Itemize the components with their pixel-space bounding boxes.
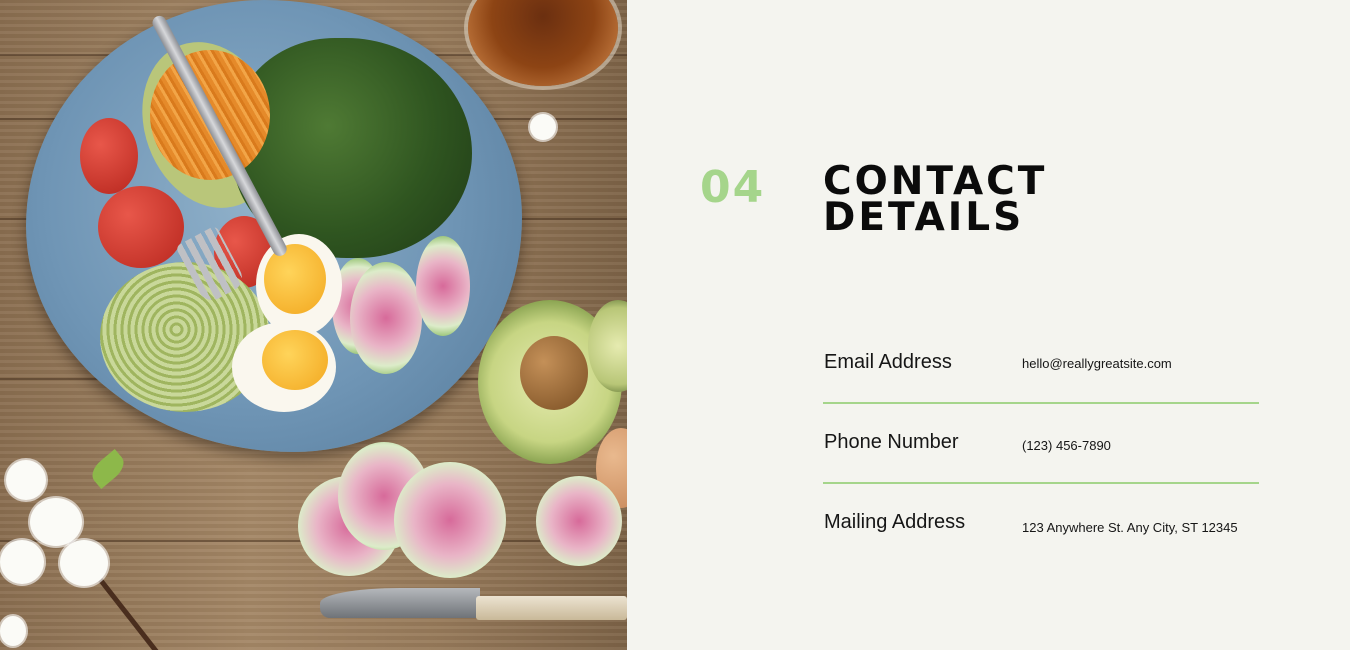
divider [823, 402, 1259, 404]
email-value: hello@reallygreatsite.com [1022, 356, 1172, 371]
page-title: CONTACT DETAILS [823, 162, 1143, 240]
knife-handle [476, 596, 627, 620]
mailing-label: Mailing Address [824, 511, 966, 533]
boiled-egg-half [256, 234, 342, 336]
mailing-value: 123 Anywhere St. Any City, ST 12345 [1022, 520, 1238, 535]
radish-slice [536, 476, 622, 566]
blossom-flower [30, 498, 82, 546]
page-title-line2: DETAILS [823, 195, 1025, 240]
contact-row-email: Email Address hello@reallygreatsite.com [823, 343, 1259, 423]
blossom-flower [6, 460, 46, 500]
contact-row-phone: Phone Number (123) 456-7890 [823, 423, 1259, 503]
blossom-flower [530, 114, 556, 140]
avocado-pit [520, 336, 588, 410]
radish-slice [394, 462, 506, 578]
tomato [98, 186, 184, 268]
egg-yolk [262, 330, 328, 390]
boiled-egg-half [232, 322, 336, 412]
egg-yolk [264, 244, 326, 314]
blossom-flower [0, 616, 26, 646]
radish-slice [416, 236, 470, 336]
blossom-flower [60, 540, 108, 586]
blossom-flower [0, 540, 44, 584]
divider [823, 482, 1259, 484]
radish-slice [350, 262, 422, 374]
email-label: Email Address [824, 351, 952, 373]
phone-label: Phone Number [824, 431, 959, 453]
food-photo [0, 0, 627, 650]
knife-blade [320, 588, 480, 618]
contact-row-mailing: Mailing Address 123 Anywhere St. Any Cit… [823, 503, 1259, 583]
section-number: 04 [700, 162, 766, 213]
tomato [80, 118, 138, 194]
phone-value: (123) 456-7890 [1022, 438, 1111, 453]
